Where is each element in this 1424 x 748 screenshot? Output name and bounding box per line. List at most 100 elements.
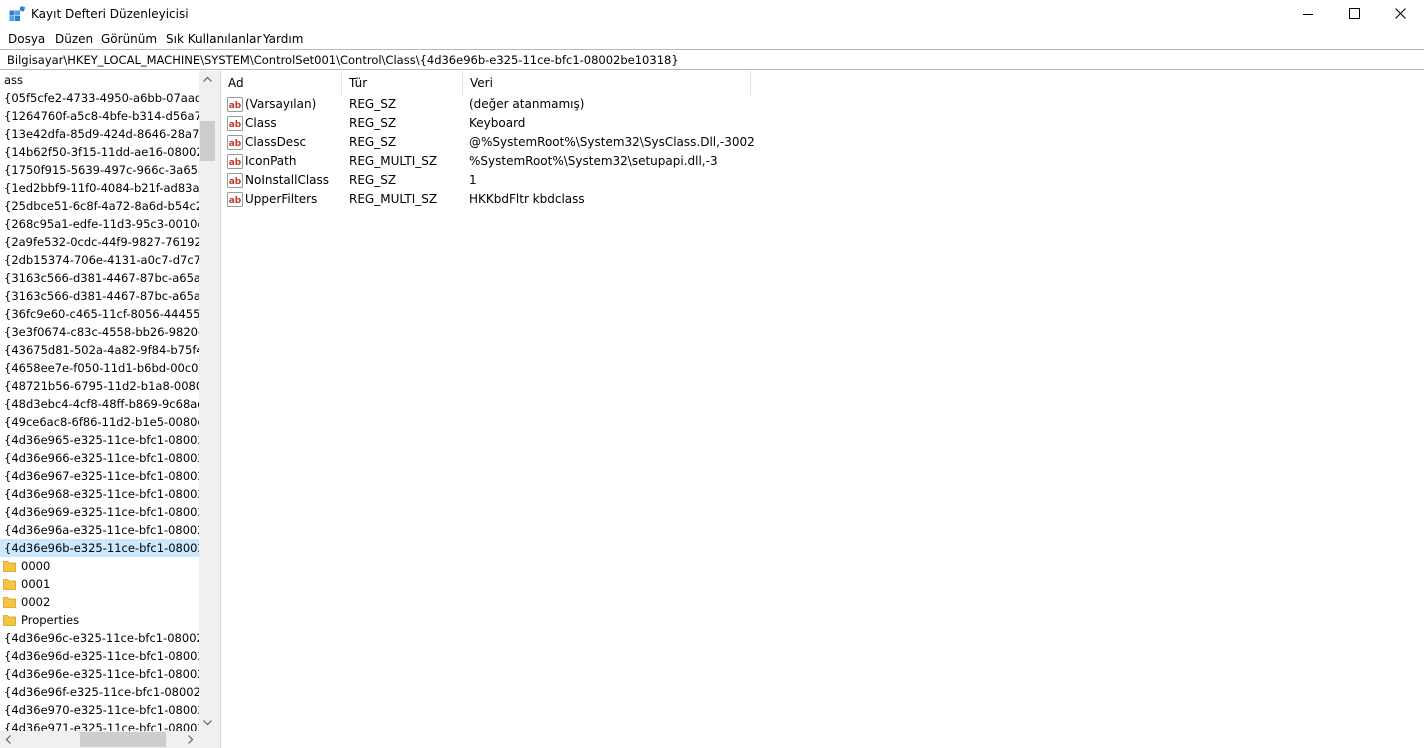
tree-key-item[interactable]: {4d36e96e-e325-11ce-bfc1-08002be1 [0, 665, 199, 683]
tree-key-item[interactable]: {3163c566-d381-4467-87bc-a65a18d5 [0, 287, 199, 305]
tree-item-label: {14b62f50-3f15-11dd-ae16-0800200c9 [4, 145, 199, 159]
string-value-icon: ab [227, 97, 243, 112]
tree-horizontal-scrollbar[interactable] [0, 731, 199, 748]
menu-favorites[interactable]: Sık Kullanılanlar [166, 32, 261, 46]
tree-key-item[interactable]: {268c95a1-edfe-11d3-95c3-0010dc40 [0, 215, 199, 233]
tree-key-item[interactable]: {2db15374-706e-4131-a0c7-d7c78eb0 [0, 251, 199, 269]
tree-key-item[interactable]: {4d36e96b-e325-11ce-bfc1-08002be1 [0, 539, 199, 557]
svg-text:ab: ab [229, 196, 242, 206]
value-name: (Varsayılan) [245, 97, 317, 111]
scroll-left-button[interactable] [0, 731, 17, 748]
tree-key-item[interactable]: {3163c566-d381-4467-87bc-a65a18d5 [0, 269, 199, 287]
tree-item-label: 0002 [21, 595, 51, 609]
title-bar[interactable]: Kayıt Defteri Düzenleyicisi [0, 0, 1424, 29]
tree-key-item[interactable]: {49ce6ac8-6f86-11d2-b1e5-0080c72e [0, 413, 199, 431]
menu-help[interactable]: Yardım [263, 32, 303, 46]
tree-item-label: {13e42dfa-85d9-424d-8646-28a70f864 [4, 127, 199, 141]
tree-subkey-item[interactable]: Properties [0, 611, 199, 629]
value-row[interactable]: ab Class REG_SZ Keyboard [221, 114, 1424, 133]
value-row[interactable]: ab UpperFilters REG_MULTI_SZ HKKbdFltr kbdc… [221, 190, 1424, 209]
menu-edit[interactable]: Düzen [55, 32, 93, 46]
tree-key-item[interactable]: {4d36e96d-e325-11ce-bfc1-08002be1 [0, 647, 199, 665]
value-data: %SystemRoot%\System32\setupapi.dll,-3 [469, 154, 718, 168]
value-row[interactable]: ab NoInstallClass REG_SZ 1 [221, 171, 1424, 190]
tree-key-item[interactable]: {3e3f0674-c83c-4558-bb26-9820e1eb [0, 323, 199, 341]
tree-key-item[interactable]: {4d36e967-e325-11ce-bfc1-08002be1 [0, 467, 199, 485]
tree-key-item[interactable]: {4d36e966-e325-11ce-bfc1-08002be1 [0, 449, 199, 467]
chevron-up-icon [203, 76, 212, 82]
key-tree-pane: ass {05f5cfe2-4733-4950-a6bb-07aad01a3 {12… [0, 71, 216, 748]
tree-key-item[interactable]: {1ed2bbf9-11f0-4084-b21f-ad83a8e6d [0, 179, 199, 197]
address-path[interactable]: Bilgisayar\HKEY_LOCAL_MACHINE\SYSTEM\Con… [7, 53, 679, 67]
tree-key-item[interactable]: {4658ee7e-f050-11d1-b6bd-00c04fa3 [0, 359, 199, 377]
tree-subkey-item[interactable]: 0002 [0, 593, 199, 611]
scroll-up-button[interactable] [199, 71, 216, 88]
tree-item-label: {4658ee7e-f050-11d1-b6bd-00c04fa3 [4, 361, 199, 375]
tree-item-label: {4d36e96d-e325-11ce-bfc1-08002be1 [4, 649, 199, 663]
minimize-icon [1303, 14, 1313, 15]
tree-key-item[interactable]: {1264760f-a5c8-4bfe-b314-d56a7b44 [0, 107, 199, 125]
tree-key-item[interactable]: ass [0, 71, 199, 89]
tree-key-item[interactable]: {48721b56-6795-11d2-b1a8-0080c72e [0, 377, 199, 395]
value-row[interactable]: ab ClassDesc REG_SZ @%SystemRoot%\System32\… [221, 133, 1424, 152]
tree-vertical-scrollbar[interactable] [199, 71, 216, 731]
svg-text:ab: ab [229, 101, 242, 111]
value-row[interactable]: ab (Varsayılan) REG_SZ (değer atanmamış) [221, 95, 1424, 114]
string-value-icon: ab [227, 135, 243, 150]
menu-file[interactable]: Dosya [8, 32, 45, 46]
horizontal-scroll-thumb[interactable] [80, 732, 166, 747]
tree-subkey-item[interactable]: 0000 [0, 557, 199, 575]
value-data: (değer atanmamış) [469, 97, 585, 111]
close-icon [1395, 8, 1406, 19]
tree-key-item[interactable]: {4d36e96f-e325-11ce-bfc1-08002be1 [0, 683, 199, 701]
maximize-button[interactable] [1332, 0, 1378, 29]
tree-key-item[interactable]: {14b62f50-3f15-11dd-ae16-0800200c9 [0, 143, 199, 161]
tree-key-item[interactable]: {4d36e968-e325-11ce-bfc1-08002be1 [0, 485, 199, 503]
tree-key-item[interactable]: {4d36e96c-e325-11ce-bfc1-08002be1 [0, 629, 199, 647]
tree-key-item[interactable]: {25dbce51-6c8f-4a72-8a6d-b54c2b4f [0, 197, 199, 215]
tree-key-item[interactable]: {36fc9e60-c465-11cf-8056-444553540 [0, 305, 199, 323]
tree-key-item[interactable]: {48d3ebc4-4cf8-48ff-b869-9c68ad42e [0, 395, 199, 413]
tree-key-item[interactable]: {43675d81-502a-4a82-9f84-b75f418c5 [0, 341, 199, 359]
tree-item-label: {4d36e96b-e325-11ce-bfc1-08002be1 [4, 541, 199, 555]
tree-key-item[interactable]: {4d36e971-e325-11ce-bfc1-08002be1 [0, 719, 199, 731]
chevron-right-icon [188, 735, 194, 744]
tree-item-label: {4d36e969-e325-11ce-bfc1-08002be1 [4, 505, 199, 519]
column-headers: Ad Tür Veri [221, 71, 1424, 95]
tree-item-label: {43675d81-502a-4a82-9f84-b75f418c5 [4, 343, 199, 357]
tree-item-label: {4d36e96c-e325-11ce-bfc1-08002be1 [4, 631, 199, 645]
tree-item-label: {4d36e971-e325-11ce-bfc1-08002be1 [4, 721, 199, 731]
tree-key-item[interactable]: {2a9fe532-0cdc-44f9-9827-76192f2ca [0, 233, 199, 251]
value-type: REG_MULTI_SZ [349, 154, 438, 168]
address-bar[interactable]: Bilgisayar\HKEY_LOCAL_MACHINE\SYSTEM\Con… [0, 49, 1424, 70]
minimize-button[interactable] [1286, 0, 1332, 29]
tree-subkey-item[interactable]: 0001 [0, 575, 199, 593]
tree-key-item[interactable]: {4d36e965-e325-11ce-bfc1-08002be1 [0, 431, 199, 449]
column-header-type[interactable]: Tür [342, 71, 463, 95]
tree-key-item[interactable]: {05f5cfe2-4733-4950-a6bb-07aad01a3 [0, 89, 199, 107]
column-header-data[interactable]: Veri [463, 71, 751, 95]
tree-key-item[interactable]: {13e42dfa-85d9-424d-8646-28a70f864 [0, 125, 199, 143]
folder-icon [3, 561, 16, 572]
scroll-down-button[interactable] [199, 714, 216, 731]
tree-key-item[interactable]: {4d36e96a-e325-11ce-bfc1-08002be1 [0, 521, 199, 539]
tree-item-label: {4d36e970-e325-11ce-bfc1-08002be1 [4, 703, 199, 717]
tree-key-item[interactable]: {4d36e969-e325-11ce-bfc1-08002be1 [0, 503, 199, 521]
menu-view[interactable]: Görünüm [101, 32, 157, 46]
tree-item-label: {05f5cfe2-4733-4950-a6bb-07aad01a3 [4, 91, 199, 105]
tree-item-label: {2db15374-706e-4131-a0c7-d7c78eb0 [4, 253, 199, 267]
column-header-name[interactable]: Ad [221, 71, 342, 95]
tree-item-label: {25dbce51-6c8f-4a72-8a6d-b54c2b4f [4, 199, 199, 213]
scroll-right-button[interactable] [182, 731, 199, 748]
tree-item-label: {4d36e966-e325-11ce-bfc1-08002be1 [4, 451, 199, 465]
tree-key-item[interactable]: {4d36e970-e325-11ce-bfc1-08002be1 [0, 701, 199, 719]
string-value-icon: ab [227, 116, 243, 131]
chevron-down-icon [203, 720, 212, 726]
folder-icon [3, 579, 16, 590]
scroll-thumb[interactable] [200, 121, 215, 161]
close-button[interactable] [1378, 0, 1424, 29]
tree-item-label: {4d36e965-e325-11ce-bfc1-08002be1 [4, 433, 199, 447]
tree-item-label: {268c95a1-edfe-11d3-95c3-0010dc40 [4, 217, 199, 231]
tree-key-item[interactable]: {1750f915-5639-497c-966c-3a65acecf [0, 161, 199, 179]
value-row[interactable]: ab IconPath REG_MULTI_SZ %SystemRoot%\Syste… [221, 152, 1424, 171]
